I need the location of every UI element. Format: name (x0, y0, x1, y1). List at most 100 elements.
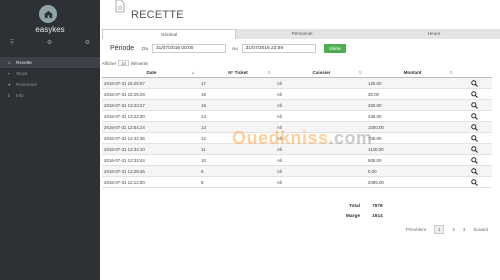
tab-heure[interactable]: Heure (368, 29, 500, 39)
column-header-montant[interactable]: Montant ⇅ (366, 67, 457, 77)
previous-page-button[interactable]: Précédent (406, 227, 426, 232)
validate-button[interactable]: Valider (323, 44, 347, 53)
column-header-caissier[interactable]: Caissier ⇅ (275, 67, 366, 77)
table-header: Date ▲ N° Ticket ⇅ Caissier ⇅ Montant ⇅ (102, 67, 492, 78)
view-details-button[interactable] (457, 156, 492, 164)
page-title: RECETTE (131, 9, 184, 21)
marge-value: 1614 (372, 213, 383, 219)
cell-montant: 120.00 (368, 80, 382, 86)
table-row: 2016-07-31 12:34:10 11 Ali 1140.00 (102, 144, 492, 155)
column-label: Caissier (312, 69, 331, 75)
cell-caissier: Ali (277, 91, 282, 97)
afficher-prefix: Afficher (102, 60, 117, 66)
sidebar-item-recette[interactable]: ⌂ Recette (0, 57, 100, 68)
logo-icon (39, 5, 57, 23)
view-details-button[interactable] (457, 145, 492, 153)
table-row: 2016-07-31 16:25:28 16 Ali 30.00 (102, 89, 492, 100)
page-length-control: Afficher 10 éléments (102, 60, 148, 66)
sort-icon: ⇅ (267, 70, 271, 75)
gear-icon[interactable]: ⚙ (47, 39, 52, 46)
total-value: 7978 (372, 203, 383, 209)
cell-caissier: Ali (277, 124, 282, 130)
view-details-button[interactable] (457, 178, 492, 186)
column-label: N° Ticket (228, 69, 248, 75)
receipts-table: Date ▲ N° Ticket ⇅ Caissier ⇅ Montant ⇅ 2016… (102, 67, 492, 188)
cell-date: 2016-07-31 12:54:24 (104, 124, 145, 130)
cell-caissier: Ali (277, 102, 282, 108)
view-details-button[interactable] (457, 79, 492, 87)
view-details-button[interactable] (457, 123, 492, 131)
column-header-ticket[interactable]: N° Ticket ⇅ (199, 67, 275, 77)
cell-montant: 2095.00 (368, 179, 384, 185)
sidebar-menu: ⌂ Recette ▪ Stock ● Personnel ℹ Info (0, 57, 100, 101)
next-page-button[interactable]: Suivant (473, 227, 488, 232)
total-row: Total 7978 (330, 201, 383, 211)
sidebar-item-stock[interactable]: ▪ Stock (0, 68, 100, 79)
cell-montant: 0.00 (368, 168, 377, 174)
totals: Total 7978 Marge 1614 (330, 201, 383, 221)
table-row: 2016-07-31 12:54:24 13 Ali 1000.00 (102, 122, 492, 133)
search-icon (471, 167, 478, 175)
cell-date: 2016-07-31 13:22:30 (104, 113, 145, 119)
cell-ticket: 8 (201, 179, 204, 185)
marge-row: Marge 1614 (330, 211, 383, 221)
table-row: 2016-07-31 12:42:36 12 Ali 745.00 (102, 133, 492, 144)
cell-ticket: 9 (201, 168, 204, 174)
sidebar-item-info[interactable]: ℹ Info (0, 90, 100, 101)
search-icon (471, 145, 478, 153)
table-body: 2016-07-31 16:26:07 17 Ali 120.00 2016-07-31… (102, 78, 492, 188)
info-icon: ℹ (8, 92, 10, 98)
cell-ticket: 15 (201, 102, 206, 108)
user-icon: ● (8, 82, 11, 87)
grid-icon[interactable]: ⠿ (10, 39, 14, 46)
view-details-button[interactable] (457, 167, 492, 175)
sidebar-item-label: Info (16, 93, 24, 98)
search-icon (471, 112, 478, 120)
cell-montant: 745.00 (368, 135, 382, 141)
table-row: 2016-07-31 16:26:07 17 Ali 120.00 (102, 78, 492, 89)
brand-name: easykes (35, 25, 65, 34)
page-button-3[interactable]: 3 (463, 227, 465, 232)
pagination: Précédent 1 2 3 Suivant (402, 225, 492, 234)
period-label: Période (110, 45, 135, 52)
tab-general[interactable]: Général (102, 29, 236, 39)
to-label: Au (232, 46, 238, 51)
cell-date: 2016-07-31 12:28:46 (104, 168, 145, 174)
sidebar-item-personnel[interactable]: ● Personnel (0, 79, 100, 90)
search-icon (471, 90, 478, 98)
view-details-button[interactable] (457, 101, 492, 109)
cell-ticket: 11 (201, 146, 206, 152)
cell-montant: 30.00 (368, 91, 379, 97)
sidebar-toolbar: ⠿ ⚙ ⚙ (10, 39, 90, 46)
cell-ticket: 17 (201, 80, 206, 86)
search-icon (471, 178, 478, 186)
page-button-2[interactable]: 2 (452, 227, 454, 232)
box-icon: ▪ (8, 71, 10, 76)
sidebar-item-label: Recette (16, 60, 32, 65)
total-label: Total (348, 203, 360, 209)
table-row: 2016-07-31 12:33:44 10 Ali 505.00 (102, 155, 492, 166)
tab-bar: Général Personnel Heure (102, 29, 500, 39)
cell-ticket: 16 (201, 91, 206, 97)
cell-caissier: Ali (277, 146, 282, 152)
tab-personnel[interactable]: Personnel (236, 29, 368, 39)
cell-date: 2016-07-31 16:26:07 (104, 80, 145, 86)
period-filter: Période Du 31/07/2016 00:00 Au 31/07/201… (110, 44, 347, 53)
cell-date: 2016-07-31 12:33:44 (104, 157, 145, 163)
search-icon (471, 79, 478, 87)
view-details-button[interactable] (457, 134, 492, 142)
date-from-input[interactable]: 31/07/2016 00:00 (152, 44, 227, 53)
view-details-button[interactable] (457, 90, 492, 98)
view-details-button[interactable] (457, 112, 492, 120)
table-row: 2016-07-31 13:43:27 15 Ali 250.00 (102, 100, 492, 111)
page-length-select[interactable]: 10 (118, 60, 129, 66)
cell-caissier: Ali (277, 135, 282, 141)
cell-date: 2016-07-31 13:43:27 (104, 102, 145, 108)
page-button-1[interactable]: 1 (433, 225, 445, 234)
sidebar-item-label: Stock (16, 71, 28, 76)
settings-icon[interactable]: ⚙ (85, 39, 90, 46)
date-to-input[interactable]: 31/07/2016 23:59 (241, 44, 316, 53)
column-header-date[interactable]: Date ▲ (102, 67, 199, 77)
sort-icon: ⇅ (449, 70, 453, 75)
cell-date: 2016-07-31 12:34:10 (104, 146, 145, 152)
